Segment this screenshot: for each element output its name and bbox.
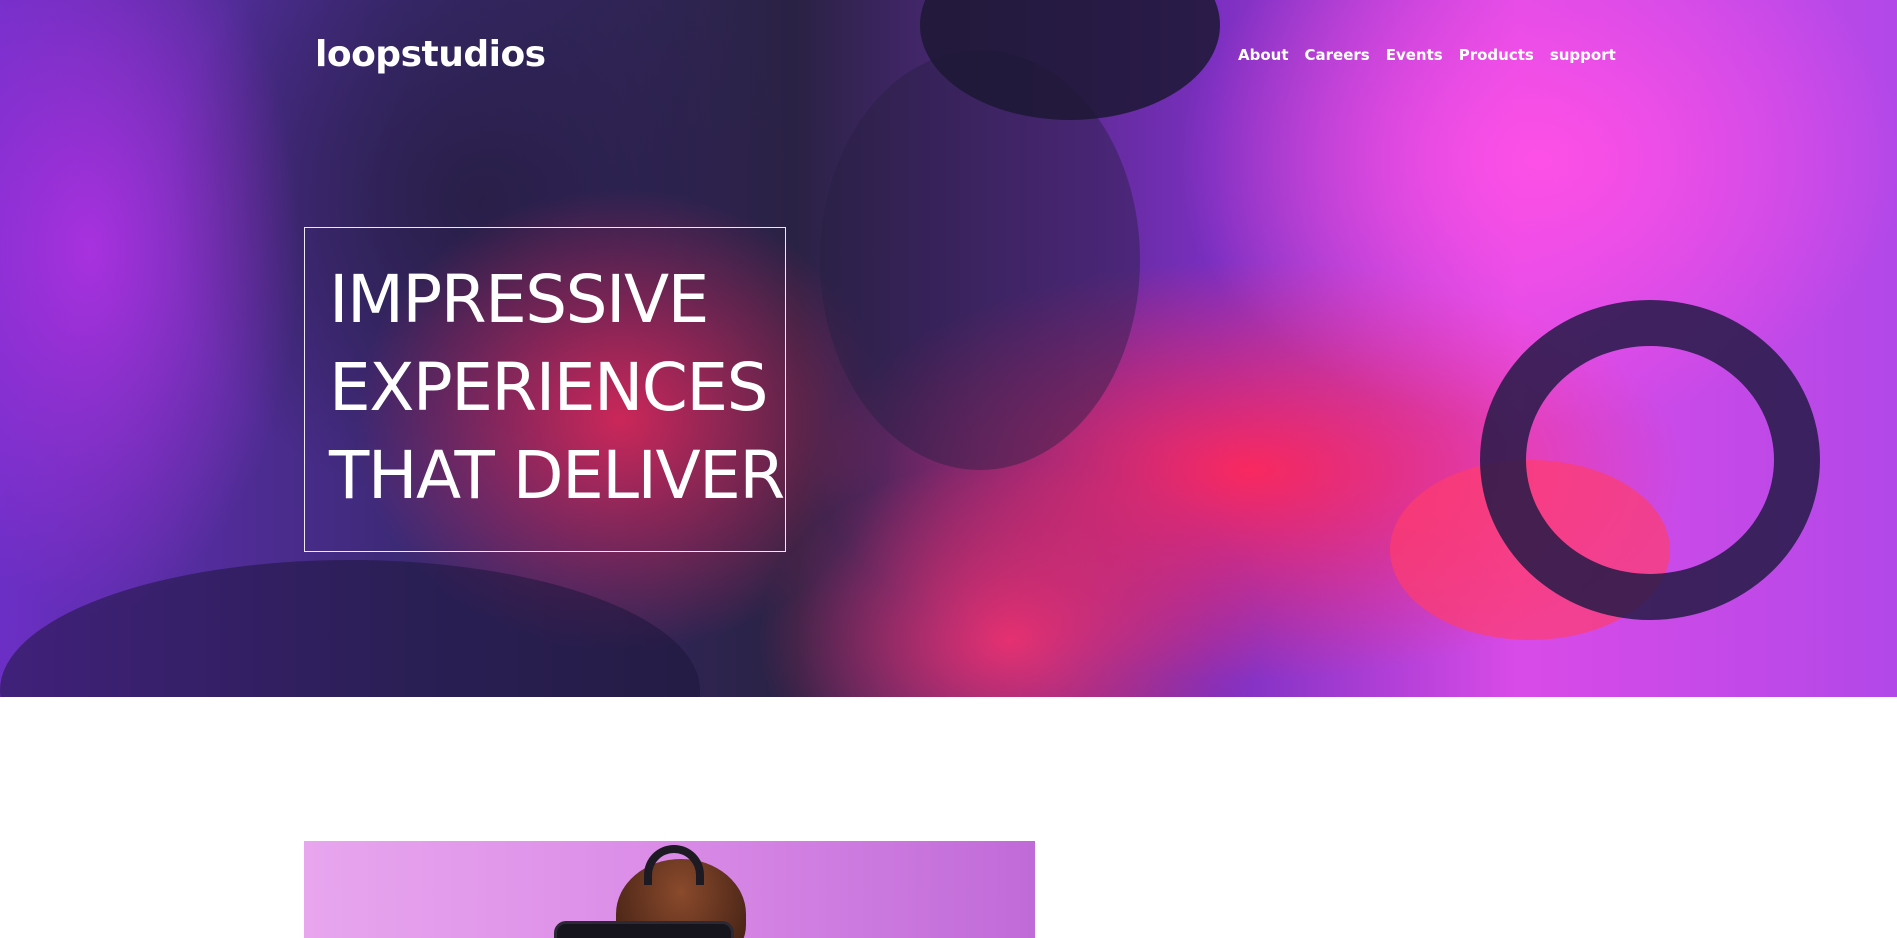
hero-headline-box: IMPRESSIVE EXPERIENCES THAT DELIVER	[304, 227, 786, 552]
nav-link-events[interactable]: Events	[1386, 46, 1443, 64]
vr-goggles-shape	[554, 921, 734, 938]
hero-headline-line: IMPRESSIVE	[329, 261, 709, 338]
nav-item-careers: Careers	[1305, 46, 1370, 65]
hero-section: loopstudios About Careers Events Product…	[0, 0, 1897, 697]
hero-headline-line: EXPERIENCES	[329, 349, 769, 426]
nav-link-careers[interactable]: Careers	[1305, 46, 1370, 64]
logo[interactable]: loopstudios	[315, 34, 546, 75]
nav-links: About Careers Events Products support	[1238, 46, 1616, 65]
nav-link-products[interactable]: Products	[1459, 46, 1534, 64]
nav-item-support: support	[1550, 46, 1616, 65]
nav-item-about: About	[1238, 46, 1289, 65]
nav-link-support[interactable]: support	[1550, 46, 1616, 64]
vr-strap-shape	[644, 845, 704, 885]
nav-link-about[interactable]: About	[1238, 46, 1289, 64]
hero-headline-line: THAT DELIVER	[329, 437, 785, 514]
nav-item-events: Events	[1386, 46, 1443, 65]
hero-photo-shadow-bottom	[0, 560, 700, 697]
vr-person-image	[304, 841, 1035, 938]
nav-item-products: Products	[1459, 46, 1534, 65]
top-navigation: loopstudios About Careers Events Product…	[0, 0, 1897, 110]
hero-headline: IMPRESSIVE EXPERIENCES THAT DELIVER	[329, 256, 785, 520]
steering-wheel-silhouette	[1480, 300, 1820, 620]
